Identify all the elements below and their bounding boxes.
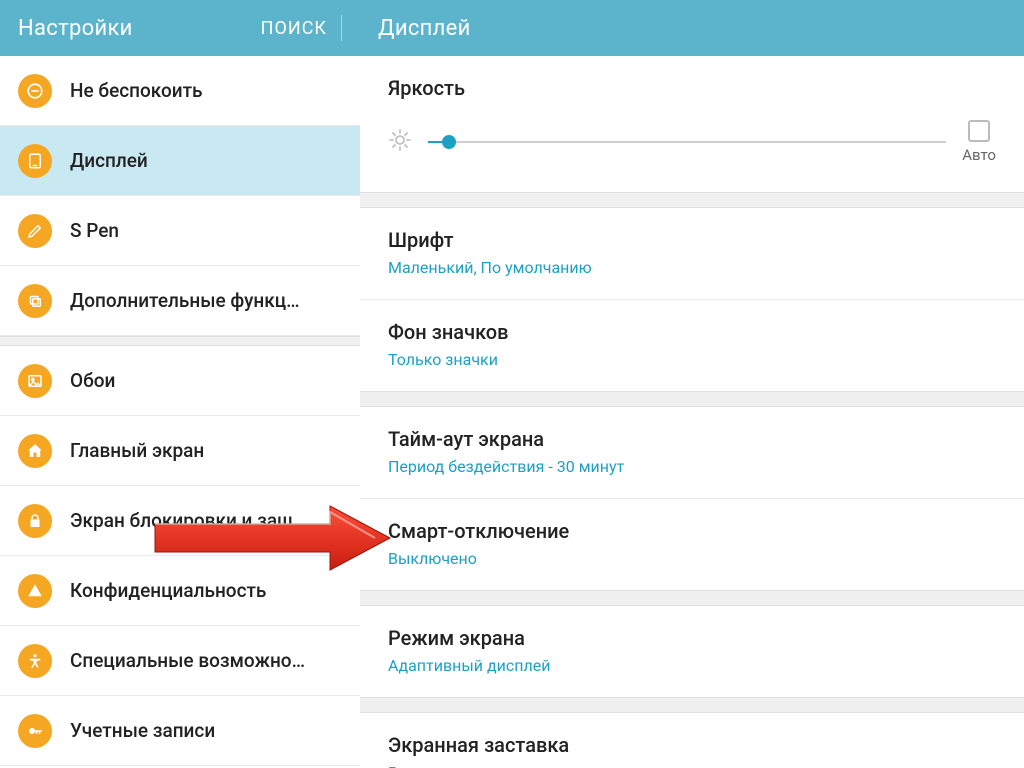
menu-item-wallpaper[interactable]: Обои [0, 346, 360, 416]
menu-item-privacy[interactable]: Конфиденциальность [0, 556, 360, 626]
menu-label: Специальные возможно… [70, 649, 305, 672]
settings-title: Настройки [18, 16, 133, 41]
menu-item-lock-screen[interactable]: Экран блокировки и защ… [0, 486, 360, 556]
app-root: Настройки ПОИСК Не беспокоить Дисплей [0, 0, 1024, 768]
search-button[interactable]: ПОИСК [261, 18, 327, 39]
setting-subtitle: Только значки [388, 350, 996, 369]
menu-item-accounts[interactable]: Учетные записи [0, 696, 360, 766]
setting-subtitle: Выключено [388, 763, 996, 768]
detail-scroll[interactable]: Яркость Авто [360, 56, 1024, 768]
home-icon [18, 434, 52, 468]
right-header: Дисплей [360, 0, 1024, 56]
menu-label: Дополнительные функц… [70, 289, 300, 312]
timeout-smart-card: Тайм-аут экрана Период бездействия - 30 … [360, 406, 1024, 591]
brightness-row: Авто [360, 110, 1024, 192]
brightness-card: Яркость Авто [360, 56, 1024, 193]
menu-item-spen[interactable]: S Pen [0, 196, 360, 266]
setting-title: Тайм-аут экрана [388, 427, 996, 451]
left-header: Настройки ПОИСК [0, 0, 360, 56]
menu-label: Экран блокировки и защ… [70, 509, 307, 532]
brightness-title: Яркость [360, 56, 1024, 110]
setting-subtitle: Выключено [388, 549, 996, 568]
sun-icon [388, 128, 412, 156]
menu-label: Главный экран [70, 439, 204, 462]
menu-item-home-screen[interactable]: Главный экран [0, 416, 360, 486]
setting-icon-bg[interactable]: Фон значков Только значки [360, 299, 1024, 391]
menu-label: Обои [70, 369, 115, 392]
key-icon [18, 714, 52, 748]
detail-title: Дисплей [378, 16, 471, 41]
setting-title: Фон значков [388, 320, 996, 344]
brightness-slider[interactable] [428, 132, 946, 152]
setting-title: Шрифт [388, 228, 996, 252]
settings-menu: Не беспокоить Дисплей S Pen Дополнительн… [0, 56, 360, 768]
menu-label: Не беспокоить [70, 79, 203, 102]
screensaver-card: Экранная заставка Выключено [360, 712, 1024, 768]
menu-label: S Pen [70, 219, 119, 242]
pen-icon [18, 214, 52, 248]
setting-title: Режим экрана [388, 626, 996, 650]
menu-separator [0, 336, 360, 346]
tablet-icon [18, 144, 52, 178]
menu-item-accessibility[interactable]: Специальные возможно… [0, 626, 360, 696]
setting-title: Смарт-отключение [388, 519, 996, 543]
right-pane: Дисплей Яркость Авто [360, 0, 1024, 768]
accessibility-icon [18, 644, 52, 678]
minus-circle-icon [18, 74, 52, 108]
setting-title: Экранная заставка [388, 733, 996, 757]
setting-subtitle: Адаптивный дисплей [388, 656, 996, 675]
setting-smart-off[interactable]: Смарт-отключение Выключено [360, 498, 1024, 590]
font-icon-card: Шрифт Маленький, По умолчанию Фон значко… [360, 207, 1024, 392]
menu-item-do-not-disturb[interactable]: Не беспокоить [0, 56, 360, 126]
screen-mode-card: Режим экрана Адаптивный дисплей [360, 605, 1024, 698]
checkbox-icon [968, 120, 990, 142]
auto-brightness-toggle[interactable]: Авто [962, 120, 996, 164]
menu-label: Учетные записи [70, 719, 215, 742]
menu-item-advanced[interactable]: Дополнительные функц… [0, 266, 360, 336]
lock-icon [18, 504, 52, 538]
alert-icon [18, 574, 52, 608]
setting-screensaver[interactable]: Экранная заставка Выключено [360, 713, 1024, 768]
layers-icon [18, 284, 52, 318]
auto-label: Авто [962, 146, 996, 164]
setting-timeout[interactable]: Тайм-аут экрана Период бездействия - 30 … [360, 407, 1024, 498]
menu-item-display[interactable]: Дисплей [0, 126, 360, 196]
left-pane: Настройки ПОИСК Не беспокоить Дисплей [0, 0, 360, 768]
setting-subtitle: Период бездействия - 30 минут [388, 457, 996, 476]
menu-label: Конфиденциальность [70, 579, 266, 602]
setting-subtitle: Маленький, По умолчанию [388, 258, 996, 277]
setting-font[interactable]: Шрифт Маленький, По умолчанию [360, 208, 1024, 299]
setting-screen-mode[interactable]: Режим экрана Адаптивный дисплей [360, 606, 1024, 697]
image-icon [18, 364, 52, 398]
menu-label: Дисплей [70, 149, 148, 172]
header-divider [341, 15, 342, 41]
